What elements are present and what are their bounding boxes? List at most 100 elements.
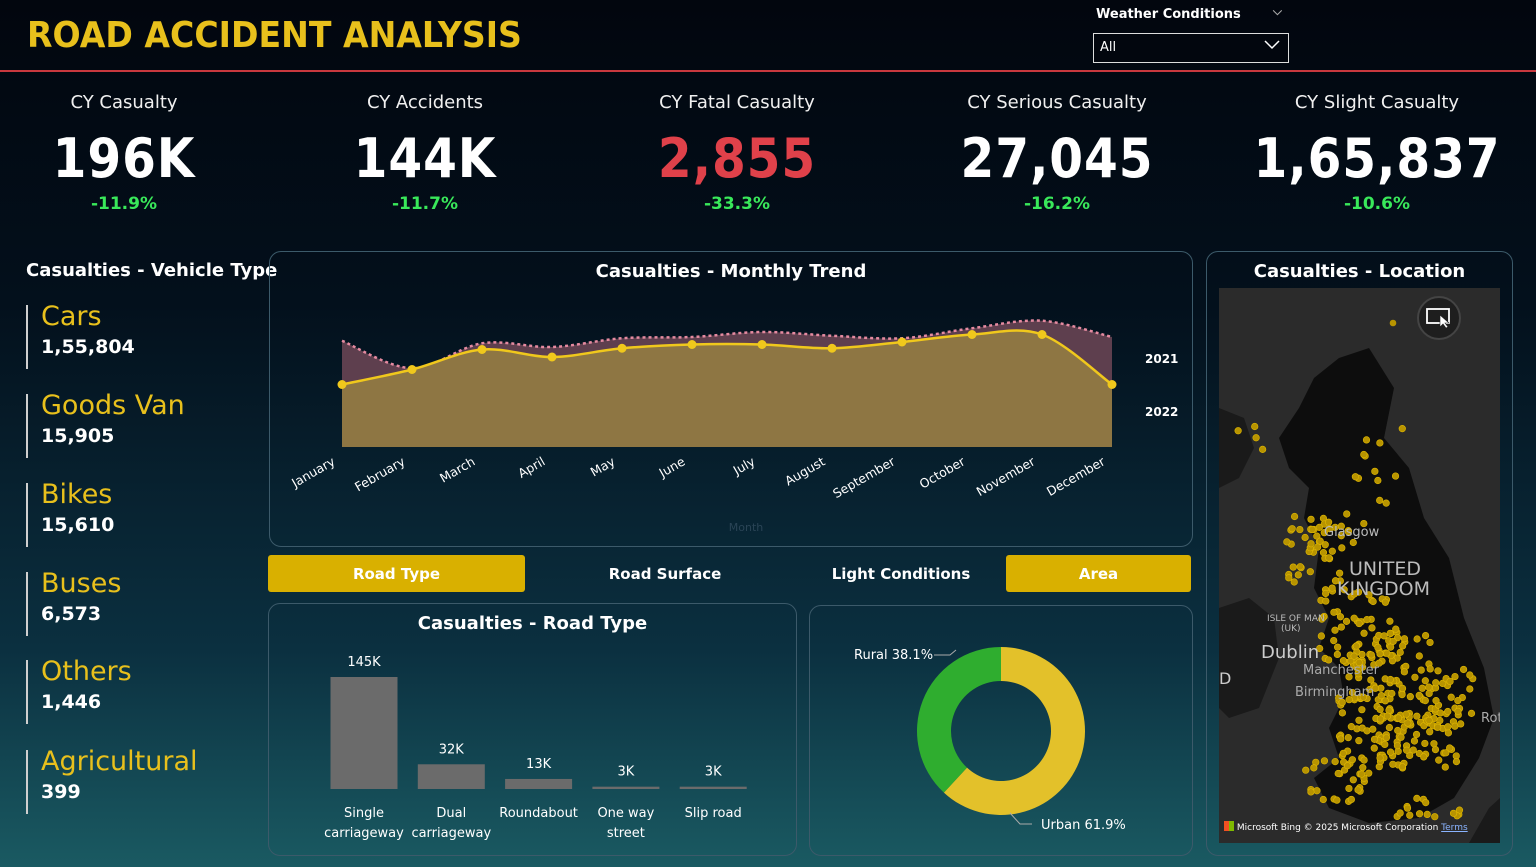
casualty-point xyxy=(1420,753,1428,761)
casualty-point xyxy=(1397,733,1405,741)
kpi-cy-serious-casualty: CY Serious Casualty 27,045 -16.2% xyxy=(907,92,1207,214)
kpi-label: CY Casualty xyxy=(70,92,178,113)
casualty-point xyxy=(1426,665,1434,673)
casualty-point xyxy=(1385,723,1393,732)
map-terms-link[interactable]: Terms xyxy=(1441,823,1468,833)
bar-data-label: 3K xyxy=(618,765,635,780)
casualty-point xyxy=(1337,623,1345,631)
casualty-point xyxy=(1376,754,1384,762)
casualty-point xyxy=(1388,689,1396,698)
casualty-point xyxy=(1325,554,1333,562)
casualty-point xyxy=(1369,725,1377,733)
vehicle-type-item: Bikes 15,610 xyxy=(26,479,246,547)
bar-category-label: One way xyxy=(597,806,654,821)
casualty-point xyxy=(1383,712,1392,720)
vehicle-type-value: 6,573 xyxy=(41,603,102,625)
casualty-point xyxy=(1452,758,1461,766)
casualty-point xyxy=(1296,563,1304,571)
casualty-point xyxy=(1331,626,1339,634)
donut-leader-rural xyxy=(934,649,957,656)
casualty-point xyxy=(1389,319,1397,327)
kpi-delta: -10.6% xyxy=(1343,194,1411,214)
series-2022-point xyxy=(1107,380,1117,389)
legend-2022: 2022 xyxy=(1145,405,1178,419)
bar-category-label: carriageway xyxy=(411,826,491,841)
casualty-point xyxy=(1344,734,1352,742)
casualty-point xyxy=(1331,758,1339,766)
casualty-point xyxy=(1307,540,1315,548)
location-title: Casualties - Location xyxy=(1253,261,1466,282)
casualty-point xyxy=(1339,749,1347,757)
map-provider: Microsoft Bing xyxy=(1236,823,1301,833)
kpi-value: 2,855 xyxy=(657,127,817,190)
bar xyxy=(679,786,747,789)
weather-filter-value: All xyxy=(1100,40,1117,55)
casualty-point xyxy=(1417,666,1425,674)
kpi-label: CY Fatal Casualty xyxy=(659,92,815,113)
x-tick-label: March xyxy=(437,454,478,486)
casualty-point xyxy=(1425,689,1433,698)
tab-area[interactable]: Area xyxy=(1006,555,1191,592)
casualty-point xyxy=(1398,691,1406,699)
casualty-point xyxy=(1288,525,1296,533)
tab-light-conditions[interactable]: Light Conditions xyxy=(800,555,1002,592)
casualty-point xyxy=(1319,549,1328,557)
casualty-point xyxy=(1337,735,1345,743)
casualty-point xyxy=(1466,671,1474,679)
casualty-point xyxy=(1294,571,1302,579)
casualty-point xyxy=(1454,707,1462,715)
casualty-point xyxy=(1234,427,1242,435)
casualty-point xyxy=(1431,813,1439,821)
casualty-point xyxy=(1290,578,1298,586)
vehicle-type-name: Others xyxy=(41,656,132,687)
casualty-point xyxy=(1371,467,1379,475)
casualty-point xyxy=(1412,730,1421,739)
location-map[interactable]: Glasgow UNITED KINGDOM ISLE OF MAN (UK) Dubli… xyxy=(1219,288,1500,843)
casualty-point xyxy=(1307,788,1315,796)
casualty-point xyxy=(1444,707,1452,716)
casualty-point xyxy=(1321,541,1329,549)
vehicle-type-title: Casualties - Vehicle Type xyxy=(26,260,278,281)
hebrides-shape xyxy=(1219,408,1254,488)
casualty-point xyxy=(1343,510,1351,518)
casualty-point xyxy=(1444,729,1452,737)
casualty-point xyxy=(1386,675,1395,684)
casualty-point xyxy=(1259,445,1267,453)
casualty-point xyxy=(1386,617,1394,625)
casualty-point xyxy=(1355,716,1363,724)
area-panel: Urban 61.9% Rural 38.1% xyxy=(809,605,1193,856)
casualty-point xyxy=(1383,649,1391,657)
tab-road-type[interactable]: Road Type xyxy=(268,555,525,592)
casualty-point xyxy=(1398,763,1406,771)
select-region-button[interactable] xyxy=(1417,296,1461,340)
chevron-down-icon[interactable]: ⌵ xyxy=(1273,4,1282,19)
tab-road-surface[interactable]: Road Surface xyxy=(545,555,785,592)
casualty-point xyxy=(1336,569,1344,577)
casualty-point xyxy=(1374,643,1382,651)
casualty-point xyxy=(1376,496,1384,504)
weather-filter-dropdown[interactable]: All xyxy=(1093,33,1289,63)
kpi-delta: -11.7% xyxy=(391,194,459,214)
casualty-point xyxy=(1359,764,1367,772)
casualty-point xyxy=(1389,637,1397,645)
casualty-point xyxy=(1315,523,1323,531)
map-place-label: KINGDOM xyxy=(1337,578,1430,600)
casualty-point xyxy=(1328,584,1336,592)
casualty-point xyxy=(1358,706,1366,714)
casualty-point xyxy=(1302,766,1310,774)
series-2022-point xyxy=(967,330,977,339)
casualty-point xyxy=(1425,683,1433,691)
map-place-label: (UK) xyxy=(1281,624,1301,634)
series-2022-point xyxy=(687,340,697,349)
casualty-point xyxy=(1334,769,1342,778)
casualty-point xyxy=(1421,739,1429,748)
kpi-value: 1,65,837 xyxy=(1253,127,1501,190)
series-2022-point xyxy=(407,365,417,374)
casualty-point xyxy=(1454,697,1462,705)
casualty-point xyxy=(1425,716,1433,725)
casualty-point xyxy=(1367,651,1375,659)
x-tick-label: September xyxy=(830,453,898,501)
casualty-point xyxy=(1350,614,1358,622)
casualty-point xyxy=(1296,525,1304,534)
casualty-point xyxy=(1370,744,1378,752)
